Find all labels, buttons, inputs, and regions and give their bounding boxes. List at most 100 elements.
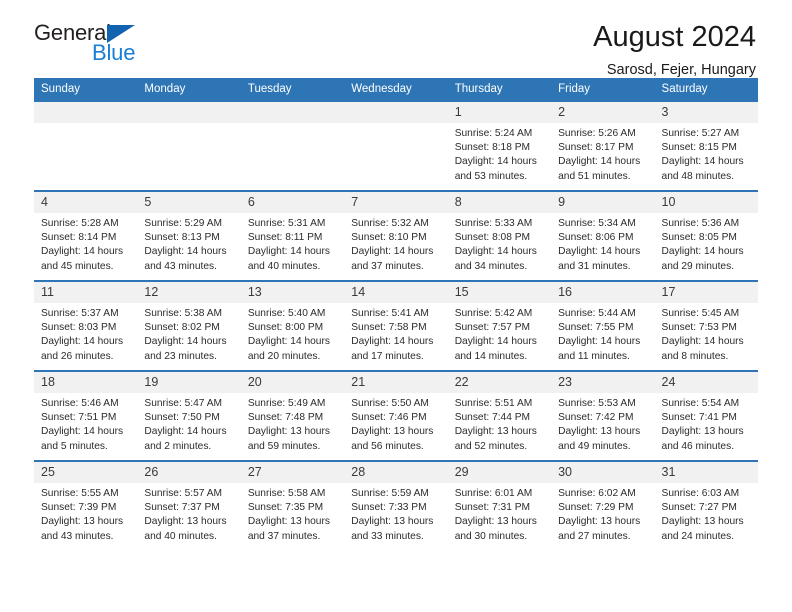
sunrise-time: Sunrise: 5:33 AM <box>454 218 533 229</box>
day-cell-inner: 11 Sunrise: 5:37 AM Sunset: 8:03 PM Dayligh… <box>34 282 138 370</box>
calendar-day-cell[interactable]: 13 Sunrise: 5:40 AM Sunset: 8:00 PM Dayligh… <box>240 280 345 371</box>
daylight-duration-line2: and 43 minutes. <box>41 530 114 542</box>
day-cell-inner: 13 Sunrise: 5:40 AM Sunset: 8:00 PM Dayligh… <box>240 282 345 370</box>
daylight-duration-line2: and 27 minutes. <box>558 530 631 542</box>
calendar-day-cell[interactable]: 25 Sunrise: 5:55 AM Sunset: 7:39 PM Dayligh… <box>34 460 138 551</box>
calendar-day-cell[interactable]: 30 Sunrise: 6:02 AM Sunset: 7:29 PM Dayligh… <box>551 460 655 551</box>
sunrise-time: Sunrise: 5:46 AM <box>41 398 119 409</box>
sunrise-time: Sunrise: 5:59 AM <box>351 488 429 499</box>
day-number: 3 <box>654 102 758 123</box>
weekday-header-row: Sunday Monday Tuesday Wednesday Thursday… <box>34 78 758 101</box>
day-details: Sunrise: 5:59 AM Sunset: 7:33 PM Daylight:… <box>344 483 447 544</box>
daylight-duration-line2: and 24 minutes. <box>661 530 735 542</box>
sunset-time: Sunset: 7:27 PM <box>661 502 737 514</box>
day-number: 16 <box>551 282 655 303</box>
calendar-day-cell[interactable]: 1 Sunrise: 5:24 AM Sunset: 8:18 PM Daylight… <box>447 100 552 191</box>
calendar-day-cell[interactable]: 3 Sunrise: 5:27 AM Sunset: 8:15 PM Daylight… <box>654 100 758 191</box>
day-cell-inner <box>240 102 345 190</box>
general-blue-logo[interactable]: General Blue <box>34 22 154 70</box>
sunrise-time: Sunrise: 5:38 AM <box>144 308 223 319</box>
day-number: 29 <box>447 462 552 483</box>
day-number: 26 <box>137 462 241 483</box>
day-number <box>240 102 345 123</box>
calendar-day-cell[interactable]: 31 Sunrise: 6:03 AM Sunset: 7:27 PM Dayligh… <box>654 460 758 551</box>
sunset-time: Sunset: 7:33 PM <box>351 502 427 514</box>
calendar-page: General Blue August 2024 Sarosd, Fejer, … <box>0 0 792 612</box>
day-cell-inner: 8 Sunrise: 5:33 AM Sunset: 8:08 PM Daylight… <box>447 192 552 280</box>
day-number: 4 <box>34 192 138 213</box>
day-details: Sunrise: 5:57 AM Sunset: 7:37 PM Daylight:… <box>137 483 240 544</box>
daylight-duration-line1: Daylight: 14 hours <box>558 336 641 348</box>
day-cell-inner: 10 Sunrise: 5:36 AM Sunset: 8:05 PM Dayligh… <box>654 192 758 280</box>
calendar-day-cell[interactable]: 20 Sunrise: 5:49 AM Sunset: 7:48 PM Dayligh… <box>240 370 345 461</box>
calendar-day-cell[interactable]: 18 Sunrise: 5:46 AM Sunset: 7:51 PM Dayligh… <box>34 370 138 461</box>
page-title: August 2024 <box>593 21 756 53</box>
calendar-day-cell[interactable]: 23 Sunrise: 5:53 AM Sunset: 7:42 PM Dayligh… <box>551 370 655 461</box>
calendar-week-row: 18 Sunrise: 5:46 AM Sunset: 7:51 PM Dayligh… <box>34 370 758 461</box>
calendar-day-cell[interactable]: 4 Sunrise: 5:28 AM Sunset: 8:14 PM Daylight… <box>34 190 138 281</box>
calendar-day-cell[interactable]: 28 Sunrise: 5:59 AM Sunset: 7:33 PM Dayligh… <box>344 460 448 551</box>
sunrise-time: Sunrise: 5:55 AM <box>41 488 119 499</box>
calendar-body: 1 Sunrise: 5:24 AM Sunset: 8:18 PM Daylight… <box>34 100 758 551</box>
day-number <box>344 102 448 123</box>
day-cell-inner: 12 Sunrise: 5:38 AM Sunset: 8:02 PM Dayligh… <box>137 282 241 370</box>
calendar-day-cell[interactable]: 8 Sunrise: 5:33 AM Sunset: 8:08 PM Daylight… <box>447 190 552 281</box>
daylight-duration-line1: Daylight: 14 hours <box>454 156 537 168</box>
daylight-duration-line2: and 46 minutes. <box>661 440 735 452</box>
day-details: Sunrise: 5:40 AM Sunset: 8:00 PM Daylight:… <box>241 303 344 364</box>
day-cell-inner: 28 Sunrise: 5:59 AM Sunset: 7:33 PM Dayligh… <box>344 462 448 551</box>
day-details: Sunrise: 5:24 AM Sunset: 8:18 PM Daylight:… <box>448 123 551 184</box>
daylight-duration-line1: Daylight: 13 hours <box>454 426 537 438</box>
daylight-duration-line1: Daylight: 13 hours <box>144 516 227 528</box>
logo-text-blue: Blue <box>92 40 136 65</box>
daylight-duration-line1: Daylight: 14 hours <box>454 336 537 348</box>
daylight-duration-line2: and 33 minutes. <box>351 530 424 542</box>
calendar-day-cell-empty <box>344 100 448 191</box>
daylight-duration-line1: Daylight: 14 hours <box>41 426 124 438</box>
calendar-day-cell[interactable]: 15 Sunrise: 5:42 AM Sunset: 7:57 PM Dayligh… <box>447 280 552 371</box>
calendar-day-cell[interactable]: 7 Sunrise: 5:32 AM Sunset: 8:10 PM Daylight… <box>344 190 448 281</box>
day-number: 19 <box>137 372 241 393</box>
calendar-day-cell[interactable]: 24 Sunrise: 5:54 AM Sunset: 7:41 PM Dayligh… <box>654 370 758 461</box>
calendar-day-cell[interactable]: 26 Sunrise: 5:57 AM Sunset: 7:37 PM Dayligh… <box>137 460 241 551</box>
calendar-day-cell[interactable]: 22 Sunrise: 5:51 AM Sunset: 7:44 PM Dayligh… <box>447 370 552 461</box>
day-number: 6 <box>240 192 345 213</box>
calendar-day-cell[interactable]: 6 Sunrise: 5:31 AM Sunset: 8:11 PM Daylight… <box>240 190 345 281</box>
calendar-day-cell[interactable]: 21 Sunrise: 5:50 AM Sunset: 7:46 PM Dayligh… <box>344 370 448 461</box>
calendar-day-cell[interactable]: 9 Sunrise: 5:34 AM Sunset: 8:06 PM Daylight… <box>551 190 655 281</box>
daylight-duration-line1: Daylight: 14 hours <box>247 336 330 348</box>
sunset-time: Sunset: 8:05 PM <box>661 232 737 244</box>
calendar-day-cell-empty <box>240 100 345 191</box>
calendar-day-cell[interactable]: 17 Sunrise: 5:45 AM Sunset: 7:53 PM Dayligh… <box>654 280 758 371</box>
calendar-day-cell[interactable]: 12 Sunrise: 5:38 AM Sunset: 8:02 PM Dayligh… <box>137 280 241 371</box>
day-number: 10 <box>654 192 758 213</box>
day-cell-inner: 18 Sunrise: 5:46 AM Sunset: 7:51 PM Dayligh… <box>34 372 138 460</box>
sunset-time: Sunset: 8:13 PM <box>144 232 220 244</box>
daylight-duration-line1: Daylight: 13 hours <box>351 426 434 438</box>
calendar-day-cell[interactable]: 29 Sunrise: 6:01 AM Sunset: 7:31 PM Dayligh… <box>447 460 552 551</box>
day-cell-inner: 22 Sunrise: 5:51 AM Sunset: 7:44 PM Dayligh… <box>447 372 552 460</box>
sunset-time: Sunset: 7:29 PM <box>558 502 634 514</box>
day-cell-inner: 17 Sunrise: 5:45 AM Sunset: 7:53 PM Dayligh… <box>654 282 758 370</box>
day-number: 2 <box>551 102 655 123</box>
calendar-day-cell[interactable]: 14 Sunrise: 5:41 AM Sunset: 7:58 PM Dayligh… <box>344 280 448 371</box>
daylight-duration-line1: Daylight: 14 hours <box>41 336 124 348</box>
day-number: 21 <box>344 372 448 393</box>
daylight-duration-line1: Daylight: 14 hours <box>351 336 434 348</box>
day-number <box>34 102 138 123</box>
sunset-time: Sunset: 8:10 PM <box>351 232 427 244</box>
calendar-day-cell[interactable]: 5 Sunrise: 5:29 AM Sunset: 8:13 PM Daylight… <box>137 190 241 281</box>
sunset-time: Sunset: 8:06 PM <box>558 232 634 244</box>
calendar-day-cell[interactable]: 16 Sunrise: 5:44 AM Sunset: 7:55 PM Dayligh… <box>551 280 655 371</box>
day-cell-inner: 15 Sunrise: 5:42 AM Sunset: 7:57 PM Dayligh… <box>447 282 552 370</box>
calendar-day-cell[interactable]: 11 Sunrise: 5:37 AM Sunset: 8:03 PM Dayligh… <box>34 280 138 371</box>
calendar-day-cell[interactable]: 2 Sunrise: 5:26 AM Sunset: 8:17 PM Daylight… <box>551 100 655 191</box>
sunset-time: Sunset: 7:41 PM <box>661 412 737 424</box>
day-number: 24 <box>654 372 758 393</box>
calendar-day-cell[interactable]: 27 Sunrise: 5:58 AM Sunset: 7:35 PM Dayligh… <box>240 460 345 551</box>
day-details: Sunrise: 5:27 AM Sunset: 8:15 PM Daylight:… <box>655 123 758 184</box>
page-header: General Blue August 2024 Sarosd, Fejer, … <box>34 0 758 78</box>
calendar-day-cell[interactable]: 19 Sunrise: 5:47 AM Sunset: 7:50 PM Dayligh… <box>137 370 241 461</box>
calendar-day-cell[interactable]: 10 Sunrise: 5:36 AM Sunset: 8:05 PM Dayligh… <box>654 190 758 281</box>
day-details: Sunrise: 5:26 AM Sunset: 8:17 PM Daylight:… <box>551 123 654 184</box>
